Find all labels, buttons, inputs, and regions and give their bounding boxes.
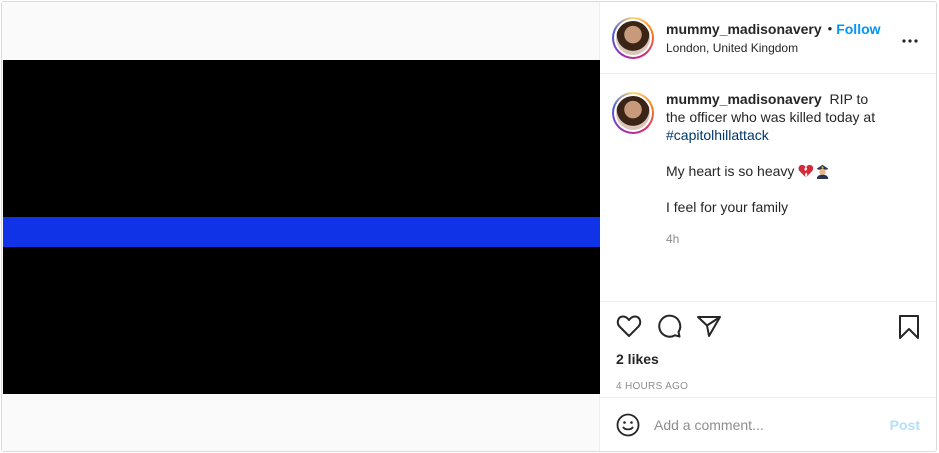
location-link[interactable]: London, United Kingdom (666, 42, 881, 54)
more-options-icon[interactable] (902, 32, 918, 43)
separator-dot: • (827, 21, 833, 36)
heart-icon[interactable] (616, 314, 642, 338)
hashtag-link[interactable]: #capitolhillattack (666, 127, 769, 143)
comment-timestamp[interactable]: 4h (666, 230, 890, 248)
comment-input[interactable] (654, 416, 890, 433)
thin-blue-line-image[interactable] (3, 60, 600, 394)
caption-line-text: My heart is so heavy (666, 163, 795, 179)
caption-line: My heart is so heavy (666, 162, 890, 180)
post-card: mummy_madisonavery • Follow London, Unit… (1, 1, 937, 452)
post-time[interactable]: 4 HOURS AGO (616, 381, 920, 392)
blue-stripe (3, 217, 600, 247)
follow-button[interactable]: Follow (836, 22, 880, 36)
post-sidebar: mummy_madisonavery • Follow London, Unit… (600, 2, 936, 451)
broken-heart-icon (798, 164, 814, 178)
likes-count[interactable]: 2 likes (616, 351, 920, 367)
post-header: mummy_madisonavery • Follow London, Unit… (600, 2, 936, 74)
caption-username[interactable]: mummy_madisonavery (666, 91, 822, 107)
bookmark-icon[interactable] (898, 314, 920, 345)
comments-section: mummy_madisonavery RIP to the officer wh… (600, 74, 936, 302)
post-comment-button[interactable]: Post (890, 417, 920, 433)
police-officer-icon (817, 164, 829, 179)
action-bar: 2 likes 4 HOURS AGO (600, 302, 936, 398)
emoji-smiley-icon[interactable] (616, 413, 640, 437)
profile-photo (616, 96, 650, 130)
add-comment-bar: Post (600, 398, 936, 451)
share-icon[interactable] (696, 314, 722, 338)
comment-icon[interactable] (656, 313, 682, 339)
caption-avatar[interactable] (612, 92, 654, 134)
profile-photo (616, 20, 650, 55)
caption: mummy_madisonavery RIP to the officer wh… (666, 90, 890, 301)
username-link[interactable]: mummy_madisonavery (666, 22, 822, 36)
avatar[interactable] (612, 16, 654, 59)
caption-line: I feel for your family (666, 199, 789, 215)
post-media[interactable] (2, 2, 600, 451)
